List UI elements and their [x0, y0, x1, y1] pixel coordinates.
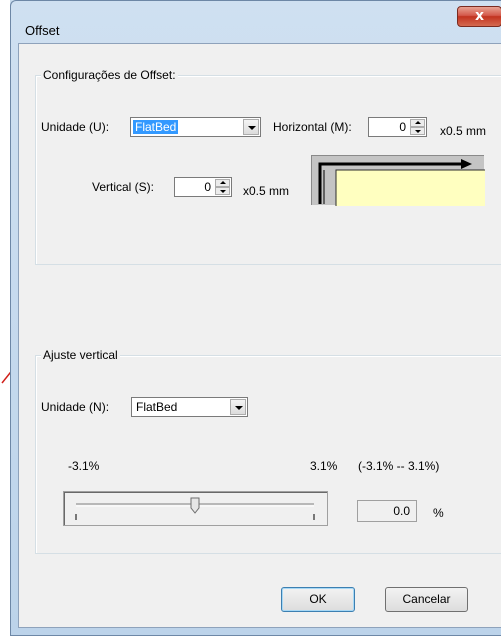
- vertical-adjust-group-label: Ajuste vertical: [41, 348, 120, 362]
- spin-down-icon[interactable]: [410, 127, 425, 135]
- unit-combo[interactable]: FlatBed: [130, 117, 261, 137]
- slider-thumb[interactable]: [190, 497, 200, 514]
- adjust-unit-label: Unidade (N):: [41, 400, 110, 414]
- adjust-value-field[interactable]: 0.0: [357, 500, 417, 522]
- spin-updown-icon[interactable]: [410, 119, 425, 135]
- adjust-unit-combo-value: FlatBed: [136, 400, 178, 414]
- percent-symbol: %: [433, 506, 444, 520]
- horizontal-unit: x0.5 mm: [440, 124, 487, 138]
- chevron-down-icon[interactable]: [230, 399, 246, 415]
- slider-track-graphic: [75, 497, 315, 520]
- slider-min-label: -3.1%: [68, 459, 100, 473]
- vertical-unit: x0.5 mm: [243, 184, 290, 198]
- close-icon: x: [474, 8, 485, 24]
- offset-settings-group-label: Configurações de Offset:: [41, 68, 178, 82]
- slider-range-label: (-3.1% -- 3.1%): [358, 459, 440, 473]
- vertical-adjust-slider[interactable]: [63, 491, 328, 526]
- chevron-down-icon[interactable]: [243, 119, 259, 135]
- horizontal-value: 0: [399, 120, 406, 134]
- spin-up-icon[interactable]: [410, 119, 425, 127]
- vertical-label: Vertical (S):: [92, 180, 155, 194]
- vertical-spinner[interactable]: 0: [174, 177, 232, 197]
- cancel-button[interactable]: Cancelar: [385, 587, 468, 612]
- unit-combo-value: FlatBed: [133, 120, 179, 134]
- window-title: Offset: [25, 23, 60, 38]
- adjust-unit-combo[interactable]: FlatBed: [131, 397, 248, 417]
- spin-down-icon[interactable]: [215, 187, 230, 195]
- ok-button[interactable]: OK: [281, 587, 355, 612]
- unit-label: Unidade (U):: [41, 120, 110, 134]
- horizontal-label: Horizontal (M):: [273, 120, 352, 134]
- offset-preview: [311, 155, 487, 211]
- dialog-client-area: Configurações de Offset: Unidade (U): Fl…: [18, 43, 501, 628]
- background-strip: [0, 0, 15, 636]
- vertical-value: 0: [204, 180, 211, 194]
- dialog-window: Offset x Configurações de Offset: Unidad…: [0, 0, 501, 636]
- spin-updown-icon[interactable]: [215, 179, 230, 195]
- horizontal-spinner[interactable]: 0: [368, 117, 427, 137]
- slider-max-label: 3.1%: [310, 459, 338, 473]
- offset-preview-graphic: [318, 159, 487, 211]
- spin-up-icon[interactable]: [215, 179, 230, 187]
- close-button[interactable]: x: [457, 6, 501, 27]
